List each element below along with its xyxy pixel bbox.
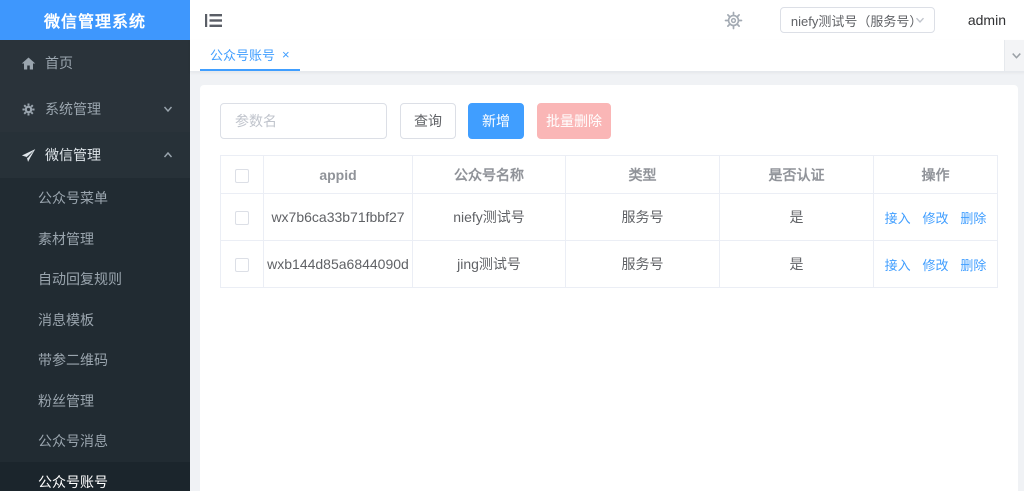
submenu-label: 粉丝管理 bbox=[38, 392, 94, 409]
topbar: niefy测试号（服务号） admin bbox=[190, 0, 1024, 40]
sidebar-item-official-account[interactable]: 公众号账号 bbox=[0, 461, 190, 491]
column-header-verified: 是否认证 bbox=[719, 155, 874, 194]
content-card: 查询 新增 批量删除 appid 公众号名称 类型 是否认证 操作 bbox=[200, 85, 1018, 491]
sidebar-item-fans[interactable]: 粉丝管理 bbox=[0, 381, 190, 422]
submenu-label: 消息模板 bbox=[38, 311, 94, 328]
column-header-type: 类型 bbox=[565, 155, 720, 194]
main-area: niefy测试号（服务号） admin 公众号账号 × 查询 新增 批量删除 bbox=[190, 0, 1024, 491]
account-select[interactable]: niefy测试号（服务号） bbox=[779, 7, 935, 33]
submenu-label: 公众号账号 bbox=[38, 473, 108, 490]
connect-link[interactable]: 接入 bbox=[885, 258, 911, 273]
close-icon[interactable]: × bbox=[282, 48, 290, 61]
sidebar-item-material[interactable]: 素材管理 bbox=[0, 219, 190, 260]
tabbar: 公众号账号 × bbox=[190, 40, 1024, 72]
username[interactable]: admin bbox=[968, 12, 1006, 28]
tab-label: 公众号账号 bbox=[210, 48, 276, 63]
content-area: 查询 新增 批量删除 appid 公众号名称 类型 是否认证 操作 bbox=[190, 72, 1024, 491]
type-cell: 服务号 bbox=[565, 240, 720, 288]
search-toolbar: 查询 新增 批量删除 bbox=[220, 103, 998, 139]
select-all-checkbox[interactable] bbox=[235, 168, 249, 183]
verified-cell: 是 bbox=[719, 240, 874, 288]
type-cell: 服务号 bbox=[565, 193, 720, 241]
sidebar-group-wechat: 微信管理 公众号菜单 素材管理 自动回复规则 消息模板 带参二维码 粉丝管理 公… bbox=[0, 132, 190, 491]
sidebar-item-official-menu[interactable]: 公众号菜单 bbox=[0, 178, 190, 219]
sidebar-item-label: 系统管理 bbox=[45, 101, 101, 117]
column-header-actions: 操作 bbox=[873, 155, 998, 194]
header-checkbox-cell bbox=[220, 155, 264, 194]
row-checkbox[interactable] bbox=[235, 258, 249, 273]
checkbox-cell bbox=[220, 193, 264, 241]
tabbar-spacer bbox=[300, 40, 1004, 71]
account-select-value: niefy测试号（服务号） bbox=[790, 13, 914, 29]
chevron-down-icon bbox=[914, 14, 926, 26]
gear-icon bbox=[20, 101, 36, 117]
column-header-name: 公众号名称 bbox=[412, 155, 566, 194]
sidebar-item-auto-reply[interactable]: 自动回复规则 bbox=[0, 259, 190, 300]
edit-link[interactable]: 修改 bbox=[922, 211, 948, 226]
name-cell: niefy测试号 bbox=[412, 193, 566, 241]
sidebar-item-msg-template[interactable]: 消息模板 bbox=[0, 300, 190, 341]
submenu-label: 带参二维码 bbox=[38, 352, 108, 369]
row-checkbox[interactable] bbox=[235, 211, 249, 226]
sidebar-item-label: 微信管理 bbox=[45, 147, 101, 163]
appid-cell: wx7b6ca33b71fbbf27 bbox=[263, 193, 413, 241]
connect-link[interactable]: 接入 bbox=[885, 211, 911, 226]
sidebar-menu: 首页 系统管理 微信管理 公众号菜单 素材管理 自动回复规则 消息模板 带参二维… bbox=[0, 40, 190, 491]
column-header-appid: appid bbox=[263, 155, 413, 194]
name-cell: jing测试号 bbox=[412, 240, 566, 288]
delete-link[interactable]: 删除 bbox=[960, 258, 986, 273]
send-icon bbox=[20, 147, 36, 163]
sidebar-item-system[interactable]: 系统管理 bbox=[0, 86, 190, 132]
tab-official-account[interactable]: 公众号账号 × bbox=[200, 40, 300, 71]
sidebar-item-label: 首页 bbox=[45, 55, 73, 71]
hamburger-icon[interactable] bbox=[205, 12, 223, 28]
add-button[interactable]: 新增 bbox=[468, 103, 524, 139]
app-title: 微信管理系统 bbox=[0, 0, 190, 40]
sidebar: 微信管理系统 首页 系统管理 微信管理 公众号菜单 素材管理 自动回复规则 消息… bbox=[0, 0, 190, 491]
edit-link[interactable]: 修改 bbox=[922, 258, 948, 273]
appid-cell: wxb144d85a6844090d bbox=[263, 240, 413, 288]
settings-gear-icon[interactable] bbox=[724, 10, 744, 30]
submenu-label: 公众号消息 bbox=[38, 433, 108, 450]
chevron-down-icon bbox=[162, 103, 174, 115]
tab-options-button[interactable] bbox=[1004, 40, 1024, 71]
home-icon bbox=[20, 55, 36, 71]
table-row: wx7b6ca33b71fbbf27 niefy测试号 服务号 是 接入 修改 … bbox=[220, 193, 998, 241]
search-input[interactable] bbox=[220, 103, 387, 139]
accounts-table: appid 公众号名称 类型 是否认证 操作 wx7b6ca33b71fbbf2… bbox=[220, 155, 998, 288]
sidebar-item-official-msg[interactable]: 公众号消息 bbox=[0, 421, 190, 462]
sidebar-item-home[interactable]: 首页 bbox=[0, 40, 190, 86]
actions-cell: 接入 修改 删除 bbox=[873, 240, 998, 288]
query-button[interactable]: 查询 bbox=[400, 103, 456, 139]
table-header-row: appid 公众号名称 类型 是否认证 操作 bbox=[220, 155, 998, 194]
sidebar-item-qrcode[interactable]: 带参二维码 bbox=[0, 340, 190, 381]
submenu-label: 素材管理 bbox=[38, 230, 94, 247]
chevron-down-icon bbox=[1010, 49, 1023, 62]
sidebar-item-wechat[interactable]: 微信管理 bbox=[0, 132, 190, 178]
sidebar-submenu: 公众号菜单 素材管理 自动回复规则 消息模板 带参二维码 粉丝管理 公众号消息 … bbox=[0, 178, 190, 491]
submenu-label: 公众号菜单 bbox=[38, 190, 108, 207]
verified-cell: 是 bbox=[719, 193, 874, 241]
actions-cell: 接入 修改 删除 bbox=[873, 193, 998, 241]
batch-delete-button[interactable]: 批量删除 bbox=[537, 103, 611, 139]
table-row: wxb144d85a6844090d jing测试号 服务号 是 接入 修改 删… bbox=[220, 240, 998, 288]
delete-link[interactable]: 删除 bbox=[960, 211, 986, 226]
submenu-label: 自动回复规则 bbox=[38, 271, 122, 288]
checkbox-cell bbox=[220, 240, 264, 288]
chevron-up-icon bbox=[162, 149, 174, 161]
